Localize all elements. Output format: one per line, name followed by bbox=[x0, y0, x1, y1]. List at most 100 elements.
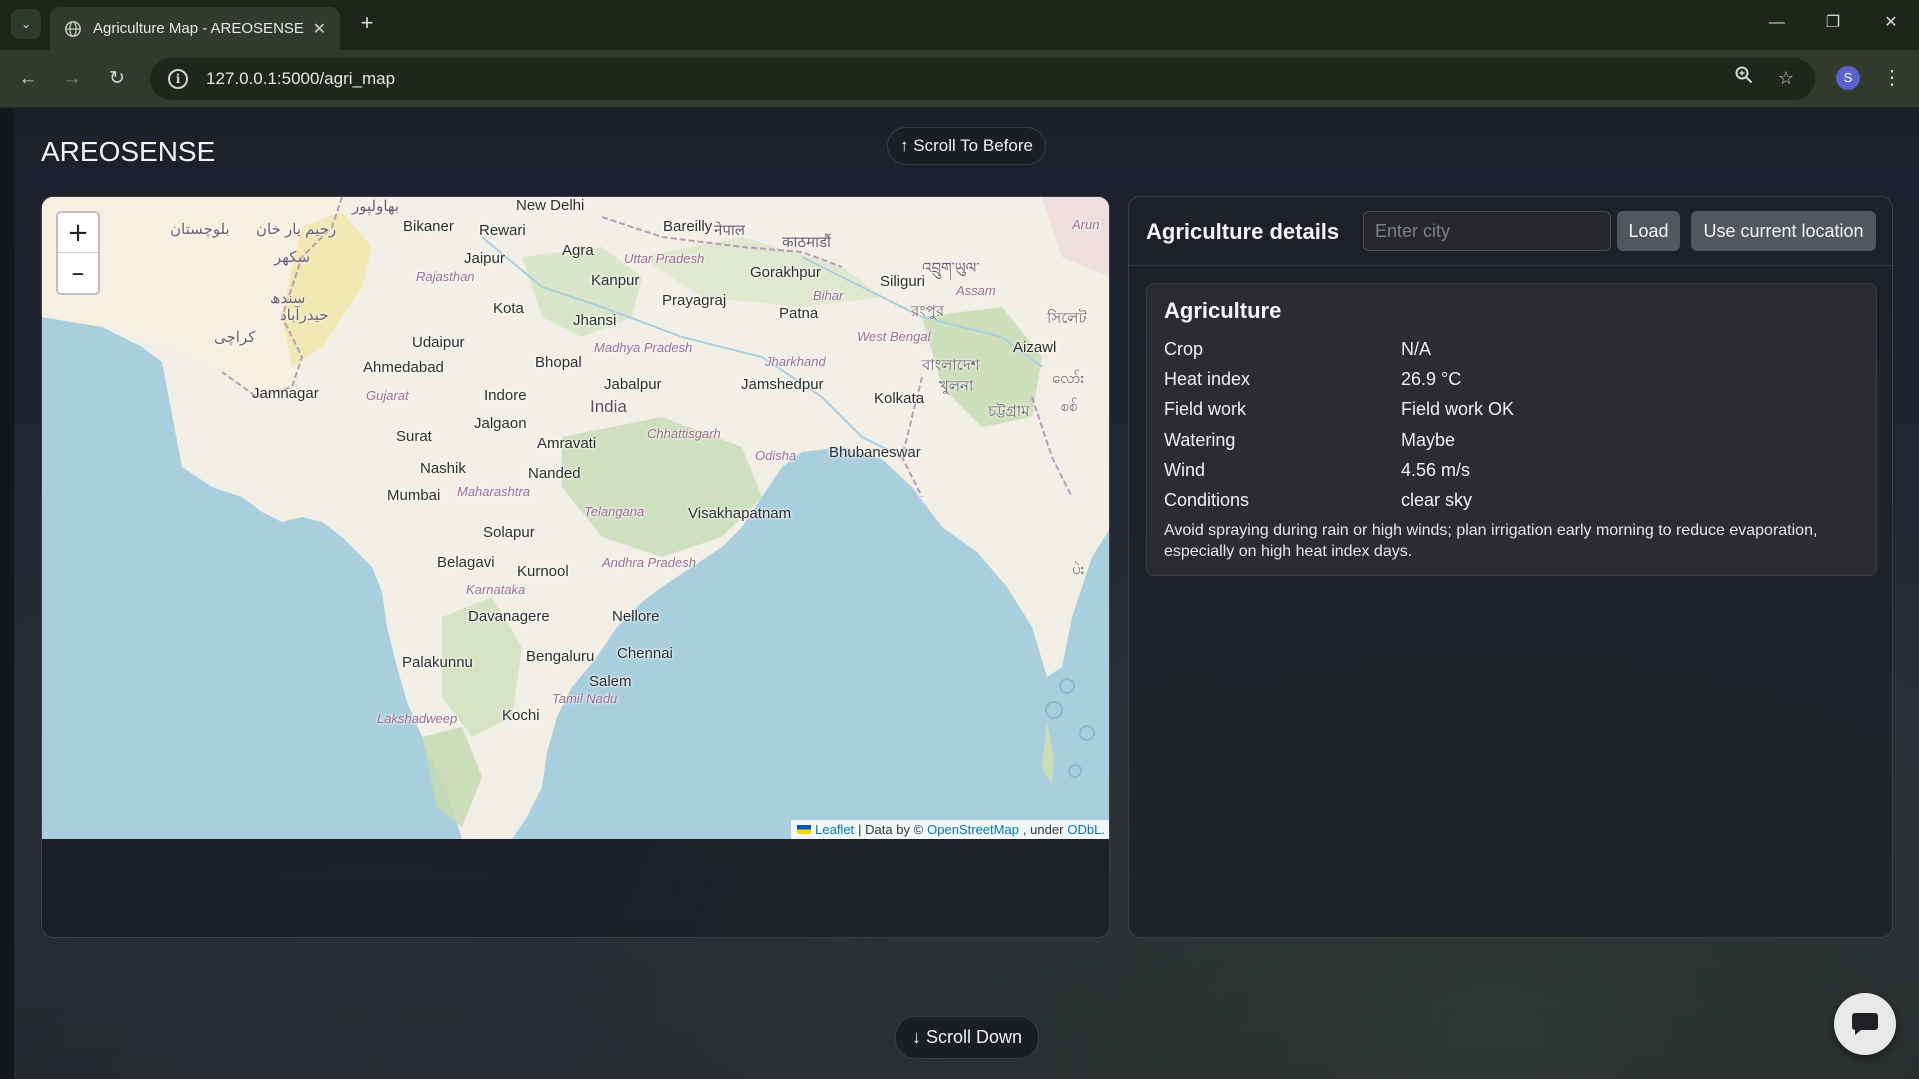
zoom-magnifier-icon[interactable] bbox=[1730, 64, 1758, 92]
map-label-city: Jamnagar bbox=[252, 385, 319, 402]
city-input[interactable] bbox=[1363, 211, 1611, 251]
row-key: Crop bbox=[1164, 338, 1204, 359]
agriculture-advice: Avoid spraying during rain or high winds… bbox=[1164, 521, 1818, 560]
tab-close-icon[interactable]: ✕ bbox=[313, 19, 326, 39]
row-heat-index: Heat index 26.9 °C bbox=[1164, 364, 1859, 394]
profile-avatar[interactable]: S bbox=[1836, 66, 1860, 90]
row-value: Maybe bbox=[1401, 429, 1456, 450]
map-label-state: Jharkhand bbox=[765, 354, 826, 369]
minimize-icon[interactable]: — bbox=[1754, 8, 1800, 38]
browser-menu-icon[interactable]: ⋮ bbox=[1880, 64, 1904, 92]
map-label-city: Nashik bbox=[420, 460, 466, 477]
row-key: Heat index bbox=[1164, 368, 1251, 389]
browser-toolbar: ← → ↻ i 127.0.0.1:5000/agri_map ☆ S ⋮ bbox=[0, 50, 1919, 108]
leaflet-link[interactable]: Leaflet bbox=[815, 822, 854, 837]
attribution-under: , under bbox=[1022, 822, 1064, 837]
map-label-foreign: کراچی bbox=[214, 329, 256, 346]
reload-icon[interactable]: ↻ bbox=[103, 65, 131, 93]
map-label-state: Lakshadweep bbox=[377, 711, 458, 726]
back-icon[interactable]: ← bbox=[14, 65, 42, 93]
map-label-foreign: رحیم یار خان bbox=[256, 221, 337, 238]
map-label-state: Maharashtra bbox=[457, 484, 530, 499]
map-label-state: Bihar bbox=[813, 288, 844, 303]
close-window-icon[interactable]: ✕ bbox=[1868, 8, 1914, 38]
map-label-state: West Bengal bbox=[857, 329, 931, 344]
forward-icon[interactable]: → bbox=[58, 65, 86, 93]
map-label-city: Belagavi bbox=[437, 554, 495, 571]
map-label-foreign: সিলেট bbox=[1047, 310, 1087, 327]
zoom-out-button[interactable]: – bbox=[58, 253, 98, 293]
map-label-city: Bareilly bbox=[663, 218, 713, 235]
row-value: 4.56 m/s bbox=[1401, 459, 1471, 480]
map-label-foreign: འབྲུག་ཡུལ་ bbox=[922, 260, 980, 277]
chat-icon bbox=[1852, 1013, 1878, 1035]
map-label-city: Davanagere bbox=[468, 608, 550, 625]
restore-icon[interactable]: ❐ bbox=[1810, 8, 1856, 38]
leaflet-map[interactable]: + – New Delhi Bareilly Bikaner Rewari Jaipur… bbox=[42, 197, 1109, 839]
map-label-city: Gorakhpur bbox=[750, 264, 821, 281]
map-label-city: Udaipur bbox=[412, 334, 465, 351]
map-label-city: Bikaner bbox=[403, 218, 454, 235]
map-label-city: Agra bbox=[562, 242, 594, 259]
agriculture-details-title: Agriculture details bbox=[1146, 219, 1340, 244]
map-label-state: Arun bbox=[1072, 217, 1100, 232]
zoom-in-button[interactable]: + bbox=[58, 213, 98, 253]
map-label-city: Jaipur bbox=[464, 250, 505, 267]
map-label-city: Mumbai bbox=[387, 487, 441, 504]
map-label-state: Chhattisgarh bbox=[647, 426, 721, 441]
map-label-city: Bhubaneswar bbox=[829, 444, 921, 461]
map-label-city: Nellore bbox=[612, 608, 660, 625]
map-label-country: India bbox=[590, 397, 627, 416]
brand-title: AREOSENSE bbox=[41, 136, 216, 167]
map-label-city: Jabalpur bbox=[604, 376, 662, 393]
map-label-foreign: سکھر bbox=[274, 249, 311, 266]
site-info-icon[interactable]: i bbox=[168, 69, 188, 89]
map-attribution: Leaflet | Data by © OpenStreetMap , unde… bbox=[791, 820, 1109, 839]
agriculture-card: Agriculture details Load Use current loc… bbox=[1128, 196, 1893, 938]
browser-tab[interactable]: Agriculture Map - AREOSENSE ✕ bbox=[50, 7, 340, 50]
osm-link[interactable]: OpenStreetMap bbox=[927, 822, 1019, 837]
header-divider bbox=[1129, 265, 1892, 266]
map-label-city: Palakunnu bbox=[402, 654, 473, 671]
map-label-state: Tamil Nadu bbox=[552, 691, 618, 706]
url-text: 127.0.0.1:5000/agri_map bbox=[206, 69, 396, 88]
use-current-location-button[interactable]: Use current location bbox=[1691, 211, 1876, 251]
map-label-city: Jhansi bbox=[573, 312, 617, 329]
tab-search-chevron-icon[interactable]: ⌄ bbox=[11, 9, 41, 39]
map-label-city: Kochi bbox=[502, 707, 540, 724]
map-label-city: Rewari bbox=[479, 222, 526, 239]
map-label-foreign: سندھ bbox=[270, 290, 306, 307]
map-label-foreign: بلوچستان bbox=[170, 221, 230, 238]
row-value: 26.9 °C bbox=[1401, 368, 1462, 389]
row-value: clear sky bbox=[1401, 490, 1473, 511]
map-label-city: Kurnool bbox=[517, 563, 569, 580]
map-label-state: Andhra Pradesh bbox=[602, 555, 696, 570]
map-label-city: Visakhapatnam bbox=[688, 505, 792, 522]
new-tab-button[interactable]: + bbox=[354, 10, 380, 36]
map-label-foreign: काठमाडौं bbox=[782, 234, 831, 251]
map-label-foreign: ပဲး bbox=[1072, 561, 1085, 578]
scroll-to-before-button[interactable]: ↑ Scroll To Before bbox=[887, 127, 1046, 165]
map-label-city: Kota bbox=[493, 300, 524, 317]
map-label-state: Odisha bbox=[755, 448, 797, 463]
map-label-city: Ahmedabad bbox=[363, 359, 444, 376]
map-label-city: Indore bbox=[484, 387, 527, 404]
map-label-foreign: খুলনা bbox=[939, 378, 974, 395]
globe-icon bbox=[65, 20, 81, 37]
map-label-city: Kolkata bbox=[874, 390, 925, 407]
row-field-work: Field work Field work OK bbox=[1164, 395, 1859, 425]
bookmark-star-icon[interactable]: ☆ bbox=[1772, 64, 1800, 92]
row-watering: Watering Maybe bbox=[1164, 425, 1859, 455]
map-label-state: Uttar Pradesh bbox=[624, 251, 705, 266]
chat-button[interactable] bbox=[1834, 993, 1896, 1055]
address-bar[interactable]: i 127.0.0.1:5000/agri_map bbox=[150, 58, 1815, 100]
odbl-link[interactable]: ODbL. bbox=[1067, 822, 1105, 837]
load-button[interactable]: Load bbox=[1617, 211, 1680, 251]
map-label-foreign: حیدرآباد bbox=[280, 307, 329, 324]
row-value: Field work OK bbox=[1401, 399, 1515, 420]
page-content: AREOSENSE ↑ Scroll To Before + – New Del… bbox=[0, 109, 1919, 1079]
map-card: + – New Delhi Bareilly Bikaner Rewari Jaipur… bbox=[41, 196, 1110, 938]
map-label-state: Telangana bbox=[584, 504, 645, 519]
scroll-down-button[interactable]: ↓ Scroll Down bbox=[895, 1016, 1039, 1059]
map-label-city: Surat bbox=[396, 428, 432, 445]
